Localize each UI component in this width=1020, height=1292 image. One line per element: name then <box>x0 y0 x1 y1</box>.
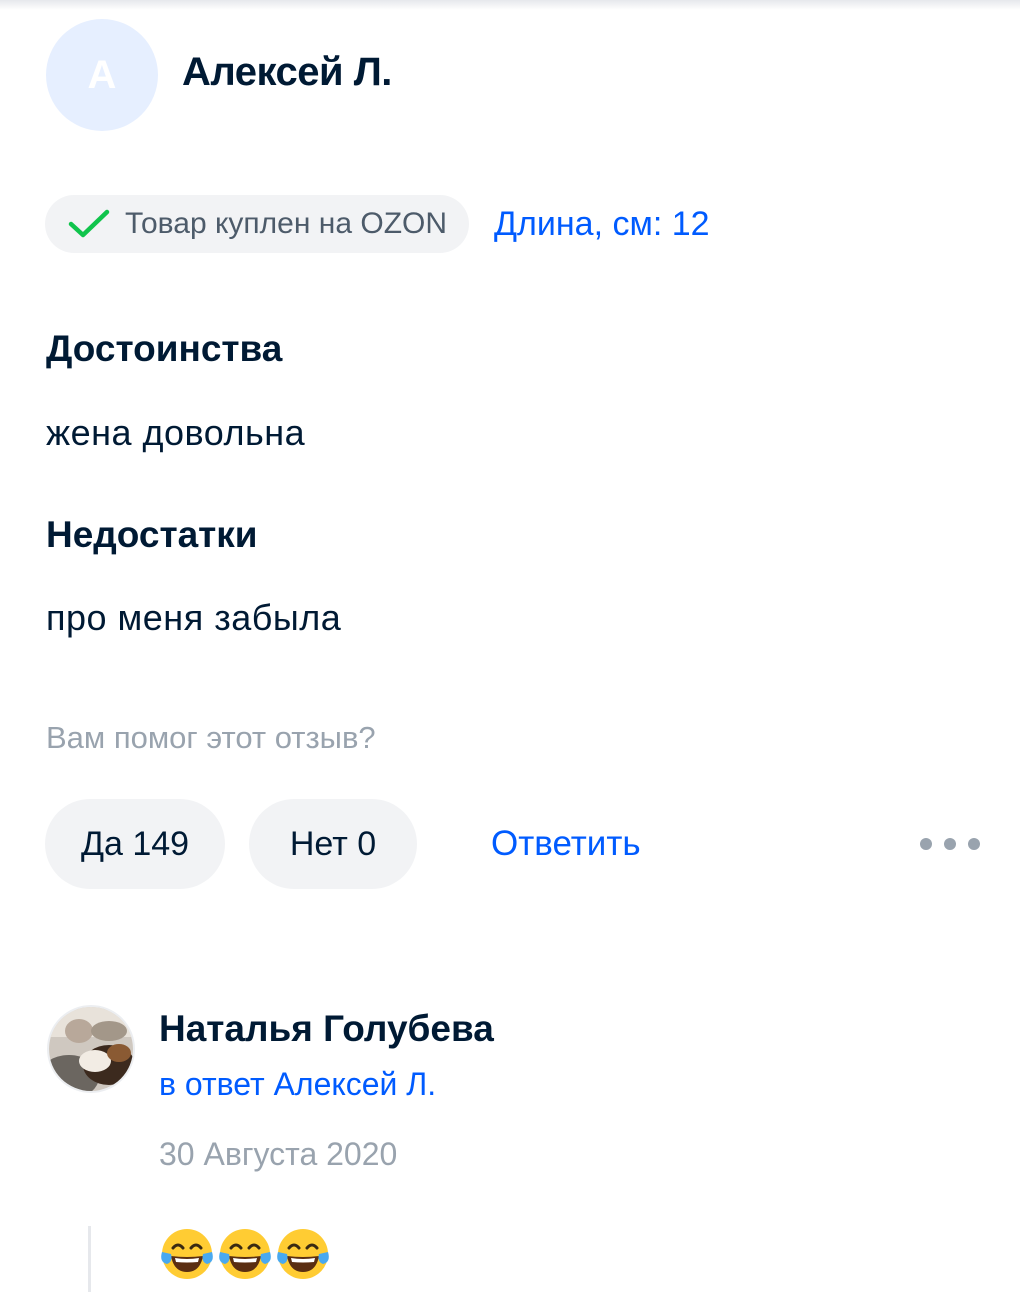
author-initial: А <box>87 52 117 97</box>
pros-text: жена довольна <box>46 412 306 453</box>
review-badges: Товар куплен на OZON Длина, см: 12 <box>45 195 710 253</box>
face-with-tears-of-joy-icon <box>277 1229 329 1279</box>
top-divider <box>0 0 1020 10</box>
commenter-photo <box>49 1007 133 1091</box>
comment-text <box>159 1226 331 1282</box>
author-name: Алексей Л. <box>182 50 392 94</box>
product-param-link[interactable]: Длина, см: 12 <box>494 205 710 244</box>
pros-title: Достоинства <box>46 328 283 369</box>
vote-yes-label: Да 149 <box>80 824 190 863</box>
vote-no-label: Нет 0 <box>289 824 377 863</box>
verified-purchase-label: Товар куплен на OZON <box>125 207 448 240</box>
check-icon <box>68 209 110 238</box>
thread-line <box>88 1226 91 1292</box>
comment-date: 30 Августа 2020 <box>159 1136 398 1172</box>
vote-no-button[interactable]: Нет 0 <box>249 799 417 889</box>
verified-purchase-badge: Товар куплен на OZON <box>45 195 470 253</box>
reply-to-link[interactable]: в ответ Алексей Л. <box>159 1066 436 1103</box>
face-with-tears-of-joy-icon <box>161 1229 213 1279</box>
author-avatar: А <box>46 19 158 131</box>
vote-yes-button[interactable]: Да 149 <box>45 799 225 889</box>
cons-text: про меня забыла <box>46 597 342 638</box>
face-with-tears-of-joy-icon <box>219 1229 271 1279</box>
cons-title: Недостатки <box>46 514 258 555</box>
commenter-avatar <box>47 1005 135 1093</box>
more-dots-icon[interactable] <box>920 830 980 858</box>
reply-button[interactable]: Ответить <box>491 824 641 864</box>
commenter-name: Наталья Голубева <box>159 1008 494 1049</box>
helpful-question: Вам помог этот отзыв? <box>46 720 376 755</box>
